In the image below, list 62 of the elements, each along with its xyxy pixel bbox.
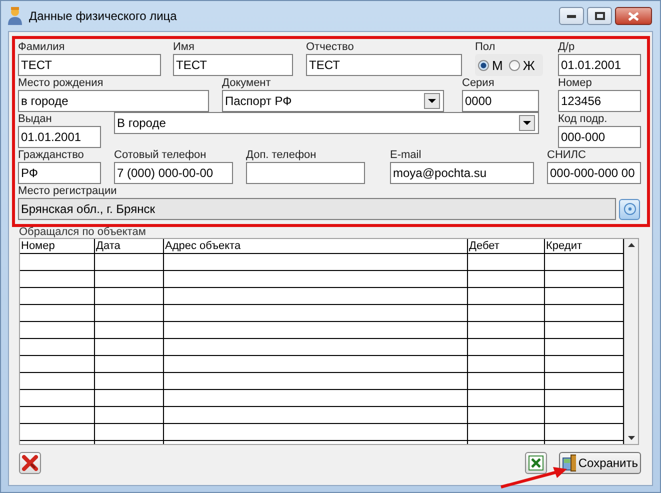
field-label: СНИЛС	[547, 148, 587, 162]
lookup-button[interactable]	[619, 198, 640, 220]
user-icon	[7, 7, 23, 25]
dropdown[interactable]: Паспорт РФ	[222, 90, 444, 112]
spreadsheet-icon	[528, 455, 544, 471]
text-field[interactable]: 01.01.2001	[18, 126, 101, 148]
column-header: Дата	[95, 239, 164, 253]
scroll-down-icon[interactable]	[628, 436, 635, 440]
excel-export-button[interactable]	[525, 452, 547, 474]
text-field[interactable]: ТЕСТ	[306, 54, 462, 76]
field-label: E-mail	[390, 148, 422, 162]
delete-button[interactable]	[19, 452, 41, 474]
field-label: Доп. телефон	[246, 148, 318, 162]
field-label: Номер	[558, 76, 593, 90]
field-label: Фамилия	[18, 40, 66, 54]
text-field[interactable]: 123456	[558, 90, 641, 112]
text-field[interactable]	[246, 162, 365, 184]
minimize-button[interactable]	[559, 7, 584, 25]
table-caption: Обращался по объектам	[19, 227, 147, 238]
close-icon	[628, 12, 639, 20]
maximize-button[interactable]	[587, 7, 612, 25]
window-title: Данные физического лица	[29, 9, 178, 23]
scroll-up-icon[interactable]	[628, 243, 635, 247]
text-field[interactable]: 000-000-000 00	[547, 162, 641, 184]
field-label: Место рождения	[18, 76, 104, 90]
column-header: Номер	[20, 239, 95, 253]
text-field[interactable]: Брянская обл., г. Брянск	[18, 198, 616, 220]
delete-icon	[22, 455, 38, 471]
text-field[interactable]: РФ	[18, 162, 101, 184]
minimize-icon	[567, 14, 576, 18]
field-label: Отчество	[306, 40, 355, 54]
dropdown[interactable]: В городе	[114, 112, 539, 134]
scrollbar[interactable]	[624, 239, 638, 444]
field-label: Сотовый телефон	[114, 148, 208, 162]
save-icon	[562, 454, 576, 472]
radio-option[interactable]: М	[478, 58, 503, 72]
field-label: Гражданство	[18, 148, 85, 162]
radio-button[interactable]	[508, 60, 520, 70]
field-label: Место регистрации	[18, 184, 118, 198]
field-label: Д/р	[558, 40, 576, 54]
text-field[interactable]: в городе	[18, 90, 209, 112]
close-button[interactable]	[615, 7, 652, 25]
text-field[interactable]: 7 (000) 000-00-00	[114, 162, 233, 184]
field-label: Серия	[462, 76, 496, 90]
column-header: Дебет	[468, 239, 545, 253]
field-label: Имя	[173, 40, 196, 54]
maximize-icon	[594, 12, 604, 20]
text-field[interactable]: 01.01.2001	[558, 54, 641, 76]
text-field[interactable]: 0000	[462, 90, 539, 112]
column-header: Адрес объекта	[164, 239, 468, 253]
field-label: Выдан	[18, 112, 53, 126]
save-button[interactable]: Сохранить	[559, 452, 641, 474]
radio-button[interactable]	[478, 60, 489, 70]
text-field[interactable]: 000-000	[558, 126, 641, 148]
field-label: Пол	[475, 40, 496, 54]
radio-option[interactable]: Ж	[508, 58, 535, 72]
text-field[interactable]: moya@pochta.su	[390, 162, 534, 184]
disc-icon	[624, 203, 636, 215]
field-label: Документ	[222, 76, 272, 90]
text-field[interactable]: ТЕСТ	[18, 54, 161, 76]
text-field[interactable]: ТЕСТ	[173, 54, 293, 76]
field-label: Код подр.	[558, 112, 608, 126]
